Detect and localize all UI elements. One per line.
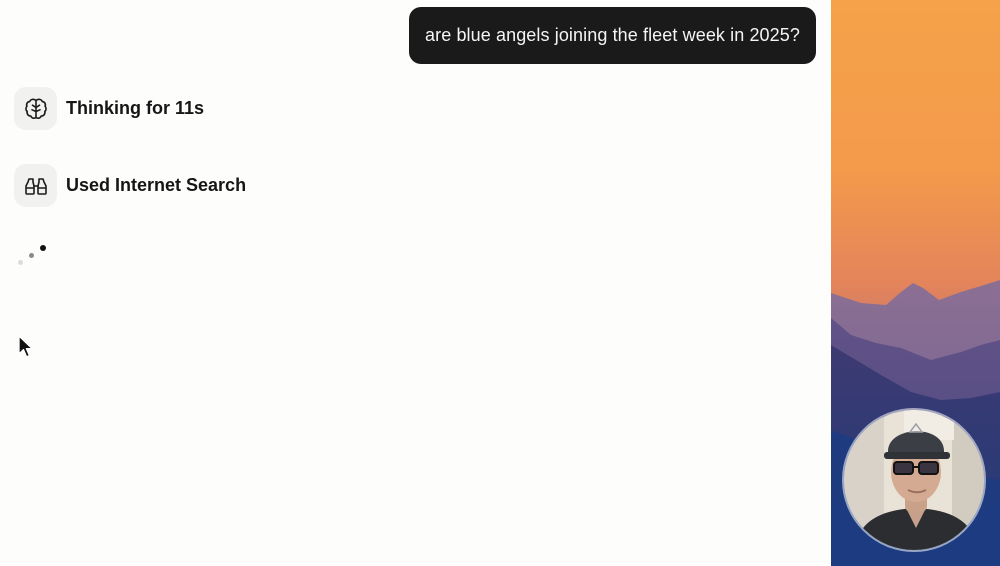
spinner-dot — [18, 260, 23, 265]
spinner-dot — [40, 245, 46, 251]
thinking-step-label: Thinking for 11s — [66, 98, 205, 118]
presenter-avatar — [844, 410, 984, 550]
user-message-text: are blue angels joining the fleet week i… — [425, 25, 800, 45]
user-message-bubble: are blue angels joining the fleet week i… — [409, 7, 816, 64]
webcam-video-bubble[interactable] — [842, 408, 986, 552]
spinner-dot — [29, 253, 34, 258]
loading-spinner — [18, 243, 50, 269]
binoculars-icon — [14, 164, 57, 207]
brain-icon — [14, 87, 57, 130]
chat-area: are blue angels joining the fleet week i… — [0, 0, 831, 566]
search-step[interactable]: Used Internet Search — [14, 164, 246, 207]
thinking-step[interactable]: Thinking for 11s — [14, 87, 204, 130]
mouse-cursor-icon — [18, 335, 34, 364]
search-step-label: Used Internet Search — [66, 175, 247, 195]
